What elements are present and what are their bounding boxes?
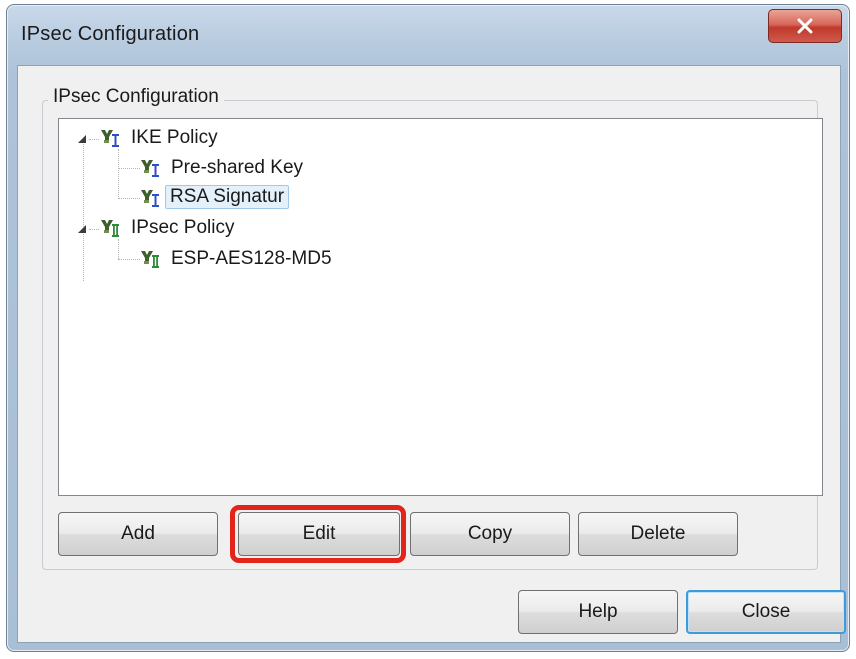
add-button[interactable]: Add [58,512,218,556]
tree-expander-ike-policy[interactable] [77,134,87,144]
tree-expander-ipsec-policy[interactable] [77,224,87,234]
tree-connector [118,198,140,199]
help-button[interactable]: Help [518,590,678,634]
dialog-client-area: IPsec Configuration IKE Policy Pre-share… [17,65,846,643]
close-button-label: Close [741,601,791,622]
tree-connector [118,239,119,259]
tree-connector [118,259,140,260]
ipsec-policy-icon [99,217,121,239]
collapse-triangle-icon [78,225,86,233]
collapse-triangle-icon [78,135,86,143]
edit-button-highlight [230,505,406,563]
copy-button-label: Copy [467,523,513,544]
help-button-label: Help [578,601,618,622]
delete-button[interactable]: Delete [578,512,738,556]
configuration-tree-view[interactable]: IKE Policy Pre-shared Key RSA Signatur I… [58,118,823,496]
ike-policy-icon [139,187,161,209]
ipsec-policy-icon [139,248,161,270]
tree-node-ike-policy[interactable]: IKE Policy [127,126,222,150]
tree-connector [118,149,119,199]
add-button-label: Add [121,523,155,544]
tree-node-ipsec-policy[interactable]: IPsec Policy [127,216,238,240]
tree-connector [118,168,140,169]
ike-policy-icon [139,157,161,179]
tree-connector [89,229,99,230]
window-close-button[interactable] [768,9,842,43]
ike-policy-icon [99,127,121,149]
copy-button[interactable]: Copy [410,512,570,556]
tree-node-pre-shared-key[interactable]: Pre-shared Key [167,156,307,180]
tree-node-esp-aes128-md5[interactable]: ESP-AES128-MD5 [167,247,336,271]
tree-connector [83,141,84,281]
ipsec-configuration-dialog: IPsec Configuration IPsec Configuration [6,4,850,652]
tree-node-rsa-signatur[interactable]: RSA Signatur [165,185,290,209]
close-icon [797,18,813,34]
groupbox-label: IPsec Configuration [48,86,224,108]
tree-connector [89,139,99,140]
title-bar[interactable]: IPsec Configuration [7,5,849,65]
delete-button-label: Delete [630,523,686,544]
window-title: IPsec Configuration [21,23,200,45]
close-button[interactable]: Close [686,590,846,634]
